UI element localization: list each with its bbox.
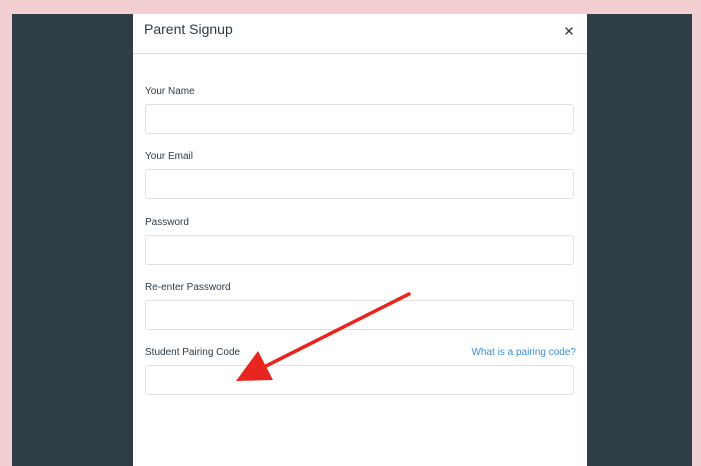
dialog-title: Parent Signup [144, 21, 233, 37]
close-icon [565, 27, 573, 35]
dialog-header: Parent Signup [133, 14, 587, 54]
password-label: Password [145, 217, 189, 228]
reenter-password-field[interactable] [145, 300, 574, 330]
close-button[interactable] [560, 22, 578, 40]
name-label: Your Name [145, 86, 195, 97]
pairing-code-field[interactable] [145, 365, 574, 395]
email-label: Your Email [145, 151, 193, 162]
parent-signup-dialog: Parent Signup Your Name Your Email Passw… [133, 14, 587, 466]
email-field[interactable] [145, 169, 574, 199]
name-field[interactable] [145, 104, 574, 134]
password-field[interactable] [145, 235, 574, 265]
reenter-password-label: Re-enter Password [145, 282, 231, 293]
pairing-code-help-link[interactable]: What is a pairing code? [471, 347, 576, 358]
pairing-code-label: Student Pairing Code [145, 347, 241, 358]
